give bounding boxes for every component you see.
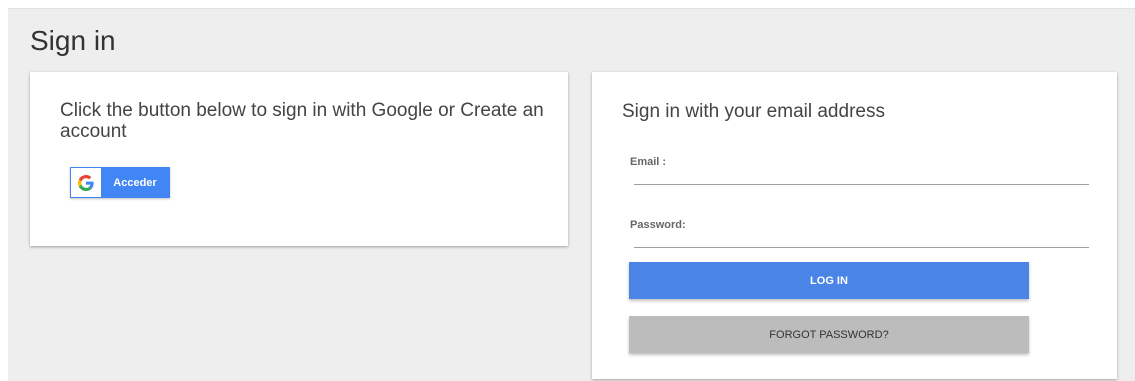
password-field-group: Password: — [630, 219, 1089, 248]
google-card-heading: Click the button below to sign in with G… — [60, 100, 544, 142]
page-title: Sign in — [30, 25, 116, 56]
page-background: Sign in Click the button below to sign i… — [8, 8, 1135, 381]
email-card-heading: Sign in with your email address — [622, 101, 885, 122]
login-button[interactable]: LOG IN — [629, 262, 1029, 299]
google-signin-card: Click the button below to sign in with G… — [30, 72, 568, 246]
email-field-group: Email : — [630, 156, 1089, 185]
email-input[interactable] — [634, 172, 1089, 185]
email-signin-card: Sign in with your email address Email : … — [592, 72, 1117, 379]
google-signin-label: Acceder — [113, 176, 157, 189]
google-g-icon — [71, 168, 101, 197]
password-label: Password: — [630, 219, 686, 231]
password-input[interactable] — [634, 235, 1089, 248]
email-label: Email : — [630, 156, 667, 168]
forgot-password-button[interactable]: FORGOT PASSWORD? — [629, 316, 1029, 353]
google-signin-button[interactable]: Acceder — [70, 167, 170, 198]
